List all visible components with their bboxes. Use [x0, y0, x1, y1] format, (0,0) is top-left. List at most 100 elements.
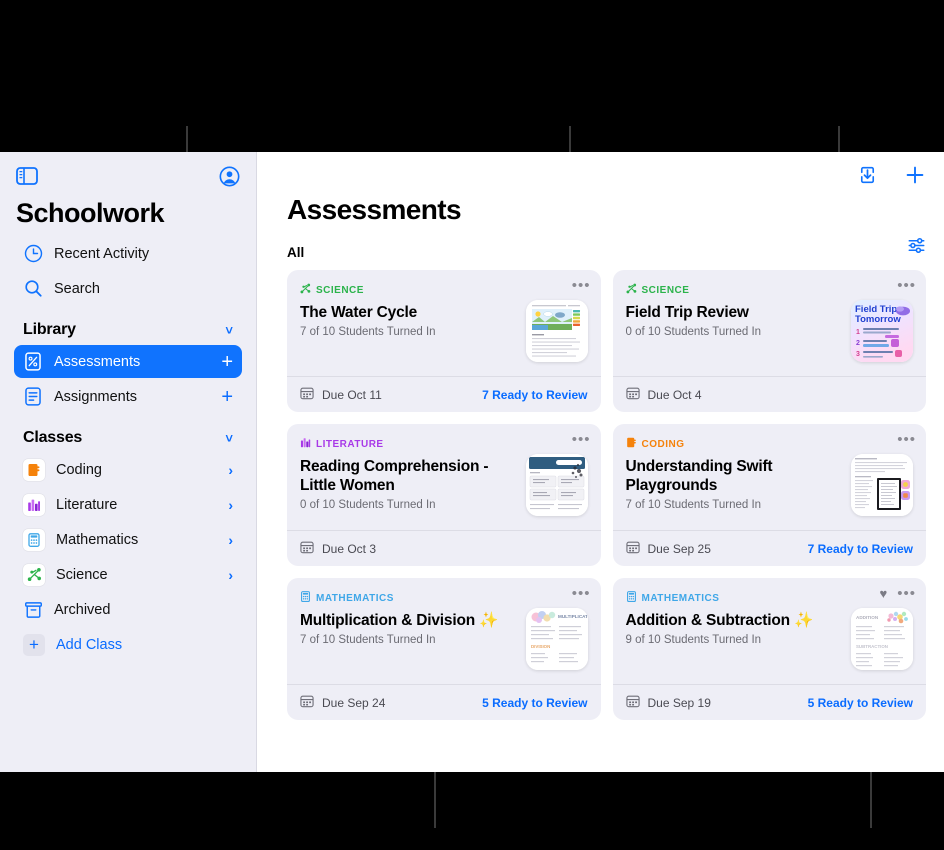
sidebar-item-label: Add Class: [56, 636, 123, 653]
subject-label: SCIENCE: [316, 284, 364, 296]
filter-label-all: All: [287, 245, 305, 260]
card-title: Addition & Subtraction ✨: [625, 612, 814, 629]
card-status: 7 of 10 Students Turned In: [300, 325, 436, 338]
sidebar-item-literature[interactable]: Literature ›: [14, 488, 242, 521]
sidebar-section-classes[interactable]: Classes ˅: [14, 426, 242, 450]
svg-text:2: 2: [856, 340, 860, 347]
assessment-card[interactable]: MATHEMATICS Addition & Subtraction ✨ 9 o…: [612, 578, 926, 720]
svg-text:Tomorrow: Tomorrow: [855, 314, 901, 325]
ready-to-review-link[interactable]: 5 Ready to Review: [808, 696, 913, 710]
card-body: MATHEMATICS Multiplication & Division ✨ …: [287, 578, 601, 684]
sidebar-item-mathematics[interactable]: Mathematics ›: [14, 523, 242, 556]
chevron-right-icon[interactable]: ›: [228, 497, 233, 513]
chevron-down-icon[interactable]: ˅: [225, 323, 233, 338]
card-more-menu-icon[interactable]: •••: [572, 278, 591, 293]
card-actions: •••: [897, 278, 916, 293]
favorite-heart-icon[interactable]: ♥: [880, 587, 888, 600]
card-more-menu-icon[interactable]: •••: [572, 432, 591, 447]
account-circle-icon[interactable]: [216, 163, 242, 189]
card-status: 0 of 10 Students Turned In: [625, 325, 762, 338]
subject-label: MATHEMATICS: [316, 592, 394, 604]
sidebar-item-recent-activity[interactable]: Recent Activity: [14, 237, 242, 270]
filter-bar: All: [273, 226, 928, 260]
sidebar-item-archived[interactable]: Archived: [14, 593, 242, 626]
chevron-down-icon[interactable]: ˅: [225, 431, 233, 446]
card-footer: Due Oct 11 7 Ready to Review: [287, 376, 601, 412]
ready-to-review-link[interactable]: 5 Ready to Review: [482, 696, 587, 710]
calendar-icon: [625, 540, 640, 557]
ready-to-review-link[interactable]: 7 Ready to Review: [808, 542, 913, 556]
sidebar-item-label: Assessments: [54, 353, 141, 370]
assignment-icon: [23, 387, 43, 407]
add-assessment-icon[interactable]: +: [221, 352, 233, 372]
sidebar-header: [14, 152, 242, 192]
svg-text:DIVISION: DIVISION: [531, 644, 550, 649]
add-assignment-icon[interactable]: +: [221, 387, 233, 407]
screenshot-stage: Schoolwork Recent Activity Search Librar…: [0, 0, 944, 850]
sidebar-item-label: Coding: [56, 461, 102, 478]
subject-chip: MATHEMATICS: [300, 589, 520, 607]
card-more-menu-icon[interactable]: •••: [897, 278, 916, 293]
card-thumbnail: Field Trip Tomorrow 1 2 3: [851, 299, 913, 362]
card-status: 0 of 10 Students Turned In: [300, 498, 436, 511]
card-more-menu-icon[interactable]: •••: [572, 586, 591, 601]
search-icon: [23, 279, 43, 299]
assessment-card[interactable]: MATHEMATICS Multiplication & Division ✨ …: [287, 578, 601, 720]
card-text-area: SCIENCE Field Trip Review 0 of 10 Studen…: [626, 281, 852, 376]
svg-text:ADDITION: ADDITION: [856, 615, 879, 620]
card-more-menu-icon[interactable]: •••: [897, 586, 916, 601]
assessment-card[interactable]: SCIENCE Field Trip Review 0 of 10 Studen…: [612, 270, 927, 412]
card-text-area: MATHEMATICS Addition & Subtraction ✨ 9 o…: [626, 589, 852, 684]
sidebar-item-science[interactable]: Science ›: [14, 558, 242, 591]
card-due-date: Due Oct 4: [625, 386, 702, 403]
assessment-card[interactable]: LITERATURE Reading Comprehension - Littl…: [287, 424, 601, 566]
card-title: The Water Cycle: [300, 304, 418, 321]
card-actions: •••: [572, 278, 591, 293]
sidebar-item-coding[interactable]: Coding ›: [14, 453, 242, 486]
subject-chip: SCIENCE: [300, 281, 520, 299]
card-body: CODING Understanding Swift Playgrounds 7…: [613, 424, 927, 530]
sidebar-item-label: Science: [56, 566, 108, 583]
sidebar-item-add-class[interactable]: + Add Class: [14, 628, 242, 661]
coding-icon: [626, 435, 637, 453]
sliders-filter-icon[interactable]: [907, 236, 926, 260]
sidebar-section-library[interactable]: Library ˅: [14, 318, 242, 342]
due-date-label: Due Oct 3: [322, 541, 377, 556]
chevron-right-icon[interactable]: ›: [228, 532, 233, 548]
import-download-icon[interactable]: [854, 162, 880, 188]
science-icon: [23, 563, 45, 586]
card-more-menu-icon[interactable]: •••: [897, 432, 916, 447]
card-status: 7 of 10 Students Turned In: [625, 498, 762, 511]
sidebar-item-search[interactable]: Search: [14, 272, 242, 305]
main-page-title: Assessments: [287, 194, 462, 225]
add-button[interactable]: [902, 162, 928, 188]
page-title: Schoolwork: [16, 198, 165, 228]
chevron-right-icon[interactable]: ›: [228, 567, 233, 583]
chevron-right-icon[interactable]: ›: [228, 462, 233, 478]
card-title: Reading Comprehension - Little Women: [300, 458, 489, 494]
literature-icon: [23, 493, 45, 516]
science-icon: [626, 281, 637, 299]
sidebar-item-assignments[interactable]: Assignments +: [14, 380, 242, 413]
assessment-card[interactable]: SCIENCE The Water Cycle 7 of 10 Students…: [287, 270, 601, 412]
sidebar-toggle-icon[interactable]: [14, 163, 40, 189]
card-text-area: MATHEMATICS Multiplication & Division ✨ …: [300, 589, 526, 684]
assessment-card[interactable]: CODING Understanding Swift Playgrounds 7…: [612, 424, 927, 566]
card-thumbnail: [851, 453, 913, 516]
mathematics-icon: [300, 589, 311, 607]
sidebar-item-label: Literature: [56, 496, 118, 513]
subject-label: CODING: [641, 438, 685, 450]
card-actions: •••: [572, 586, 591, 601]
due-date-label: Due Oct 4: [647, 387, 702, 402]
mathematics-icon: [626, 589, 637, 607]
ready-to-review-link[interactable]: 7 Ready to Review: [482, 388, 587, 402]
due-date-label: Due Sep 19: [647, 695, 711, 710]
card-title: Field Trip Review: [625, 304, 749, 321]
card-title: Multiplication & Division ✨: [300, 612, 499, 629]
sidebar-item-label: Recent Activity: [54, 245, 150, 262]
sidebar-item-assessments[interactable]: Assessments +: [14, 345, 242, 378]
sidebar-item-label: Assignments: [54, 388, 138, 405]
card-body: SCIENCE Field Trip Review 0 of 10 Studen…: [613, 270, 927, 376]
subject-chip: SCIENCE: [626, 281, 846, 299]
science-icon: [300, 281, 311, 299]
